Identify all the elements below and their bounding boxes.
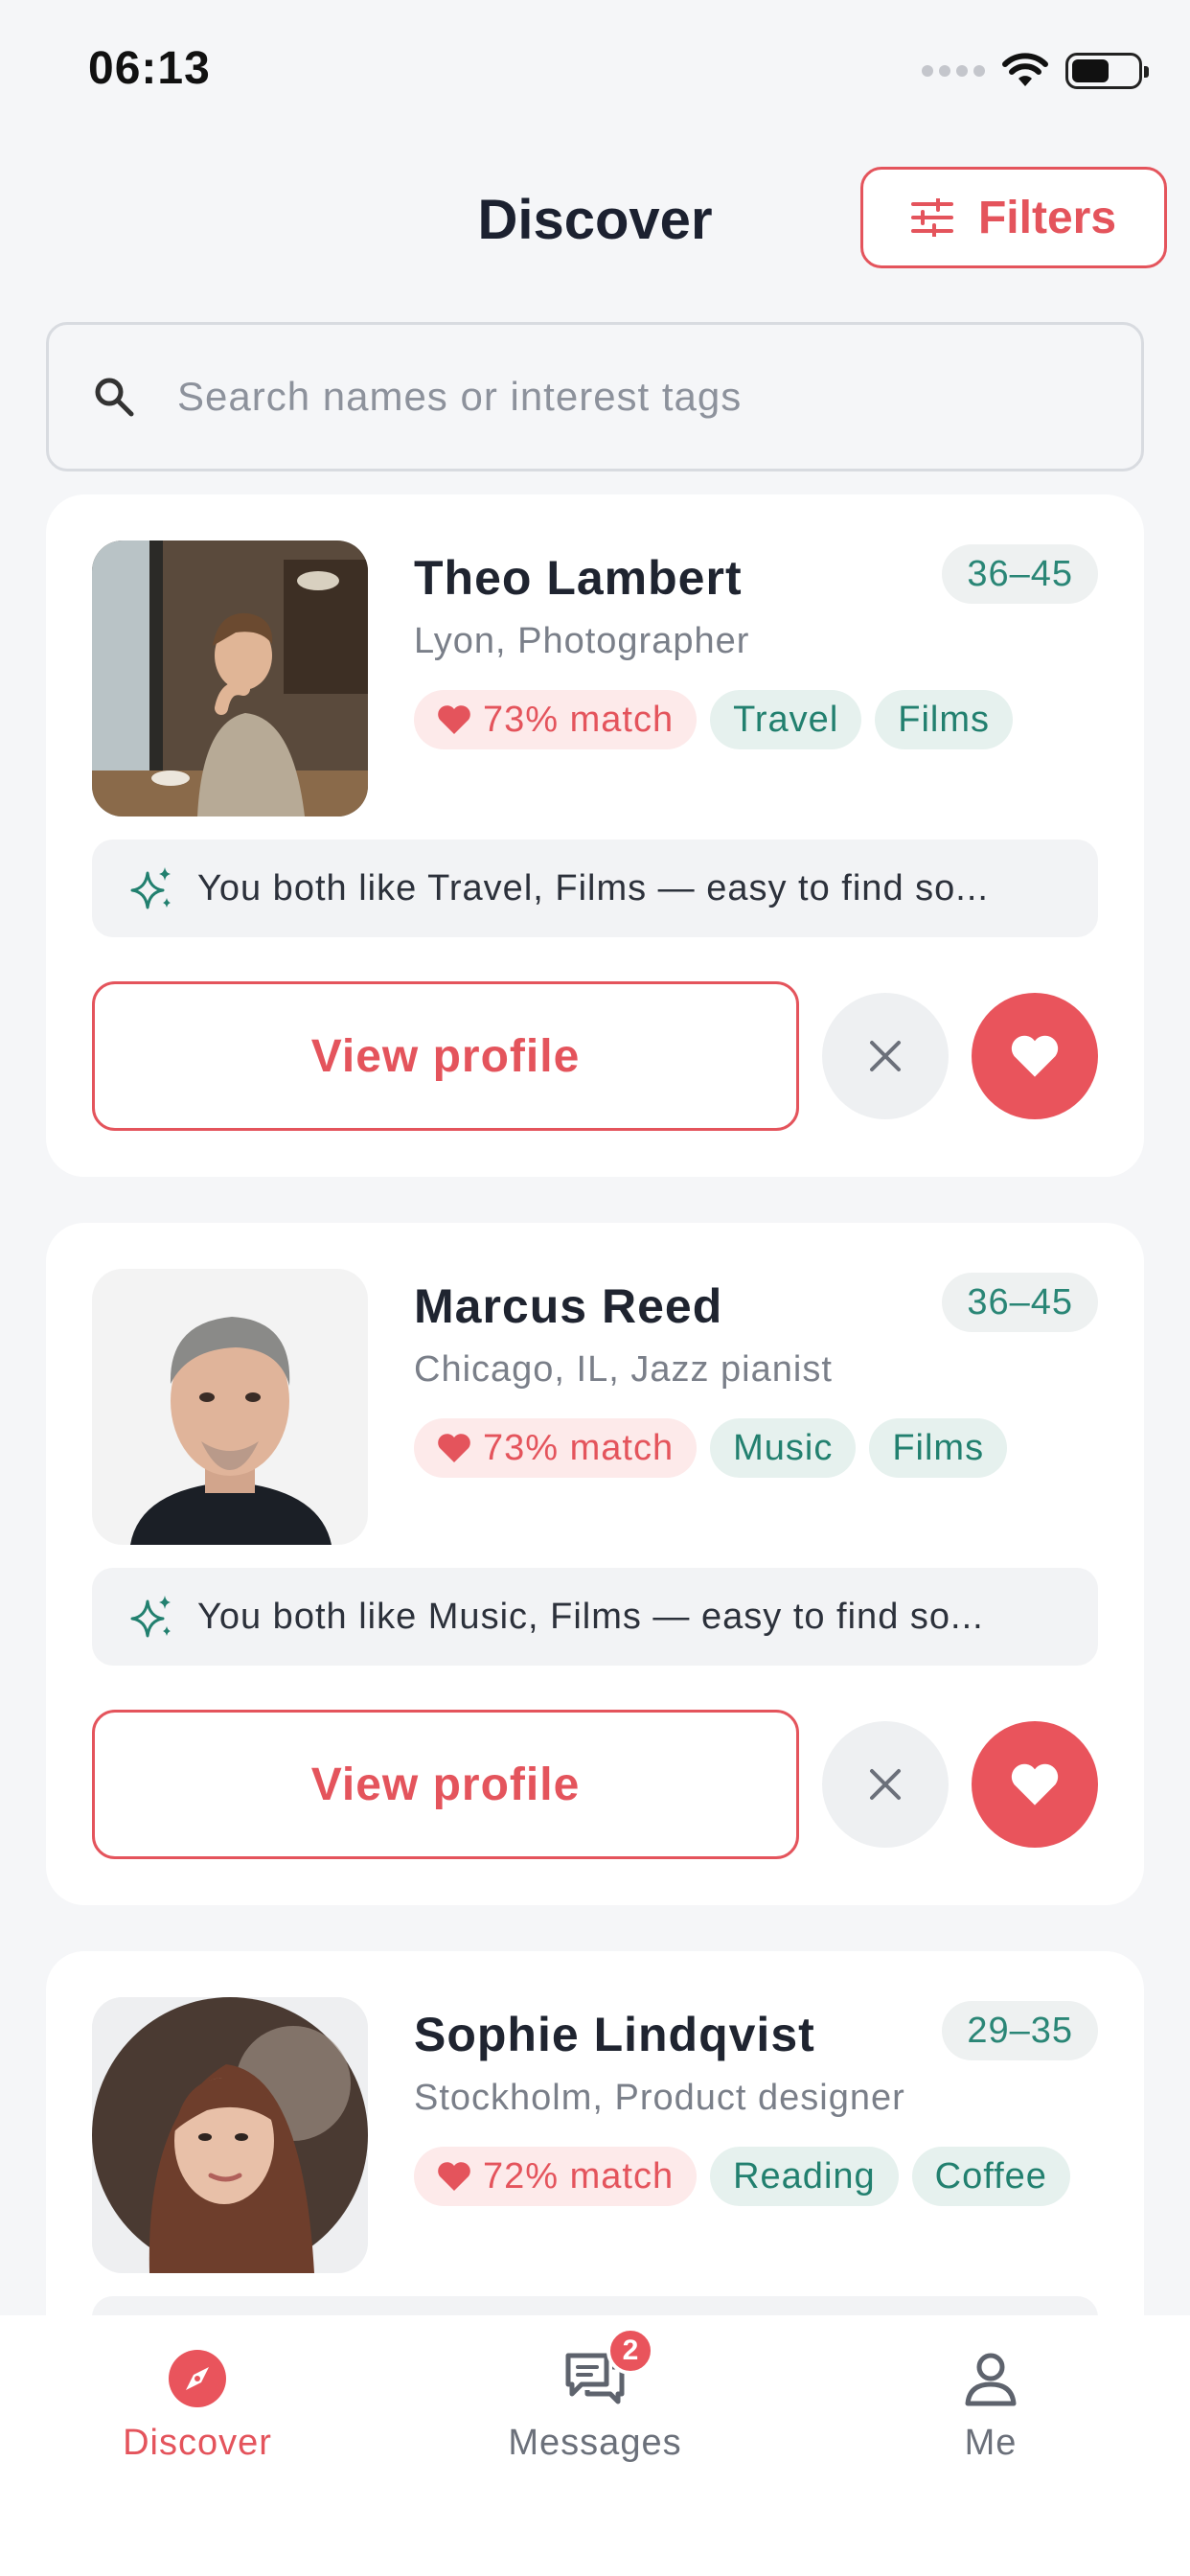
profile-location: Stockholm, Product designer	[414, 2078, 905, 2118]
interest-tag: Travel	[710, 690, 862, 749]
profile-name: Sophie Lindqvist	[414, 2008, 815, 2061]
close-icon	[870, 1769, 901, 1800]
nav-item-me[interactable]: Me	[847, 2344, 1134, 2464]
nav-item-discover[interactable]: Discover	[54, 2344, 341, 2464]
filters-button[interactable]: Filters	[860, 167, 1167, 268]
discover-screen: 06:13 Discover Filters Search names or i…	[0, 0, 1190, 2576]
profile-name: Theo Lambert	[414, 551, 743, 605]
bottom-nav: Discover 2 Messages Me	[0, 2315, 1190, 2576]
age-badge: 36–45	[942, 1273, 1098, 1332]
interest-tag: Films	[869, 1418, 1008, 1478]
shared-interest-note: You both like Music, Films — easy to fin…	[92, 1568, 1098, 1666]
unread-badge: 2	[606, 2327, 654, 2375]
person-icon	[956, 2344, 1025, 2413]
profile-location: Chicago, IL, Jazz pianist	[414, 1349, 833, 1390]
match-label: 73% match	[483, 699, 675, 740]
profile-location: Lyon, Photographer	[414, 621, 750, 661]
close-icon	[870, 1041, 901, 1071]
wifi-icon	[1002, 53, 1048, 86]
heart-icon	[438, 705, 470, 734]
age-badge: 29–35	[942, 2001, 1098, 2060]
skip-button[interactable]	[822, 993, 949, 1119]
compass-icon	[163, 2344, 232, 2413]
match-chip: 73% match	[414, 1418, 698, 1478]
skip-button[interactable]	[822, 1721, 949, 1848]
like-button[interactable]	[972, 1721, 1098, 1848]
match-chip: 72% match	[414, 2147, 698, 2206]
battery-icon	[1065, 53, 1149, 89]
profile-chips: 72% match Reading Coffee	[414, 2147, 1070, 2206]
shared-interest-text: You both like Travel, Films — easy to fi…	[197, 867, 989, 908]
sliders-icon	[910, 198, 953, 237]
profile-card: Marcus Reed 36–45 Chicago, IL, Jazz pian…	[46, 1223, 1144, 1905]
view-profile-button[interactable]: View profile	[92, 981, 799, 1131]
search-bar[interactable]	[46, 322, 1144, 472]
filters-label: Filters	[977, 192, 1117, 243]
interest-tag: Reading	[710, 2147, 899, 2206]
sparkle-icon	[130, 1596, 171, 1638]
profile-photo[interactable]	[92, 1269, 368, 1545]
heart-icon	[438, 2162, 470, 2191]
interest-tag: Music	[710, 1418, 857, 1478]
status-indicators	[922, 52, 1149, 90]
shared-interest-text: You both like Music, Films — easy to fin…	[197, 1596, 984, 1637]
header: Discover Filters	[0, 163, 1190, 282]
profile-photo[interactable]	[92, 1997, 368, 2273]
interest-tag: Coffee	[911, 2147, 1070, 2206]
signal-icon	[922, 65, 985, 77]
status-time: 06:13	[88, 43, 211, 94]
profile-card: Theo Lambert 36–45 Lyon, Photographer 73…	[46, 494, 1144, 1177]
like-button[interactable]	[972, 993, 1098, 1119]
status-bar: 06:13	[0, 0, 1190, 144]
nav-item-messages[interactable]: 2 Messages	[451, 2327, 739, 2464]
interest-tag: Films	[875, 690, 1014, 749]
match-label: 73% match	[483, 1427, 675, 1468]
match-chip: 73% match	[414, 690, 698, 749]
nav-label: Me	[964, 2423, 1018, 2463]
sparkle-icon	[130, 867, 171, 909]
match-label: 72% match	[483, 2155, 675, 2196]
age-badge: 36–45	[942, 544, 1098, 604]
profile-photo[interactable]	[92, 540, 368, 816]
nav-label: Messages	[508, 2423, 682, 2463]
search-input[interactable]	[177, 374, 1040, 420]
chat-icon: 2	[561, 2327, 654, 2413]
search-icon	[95, 378, 134, 417]
profile-chips: 73% match Travel Films	[414, 690, 1014, 749]
heart-icon	[1011, 1763, 1059, 1806]
heart-icon	[438, 1434, 470, 1462]
view-profile-button[interactable]: View profile	[92, 1710, 799, 1859]
heart-icon	[1011, 1035, 1059, 1077]
profile-chips: 73% match Music Films	[414, 1418, 1008, 1478]
shared-interest-note: You both like Travel, Films — easy to fi…	[92, 840, 1098, 937]
profile-name: Marcus Reed	[414, 1279, 723, 1333]
nav-label: Discover	[123, 2423, 272, 2463]
